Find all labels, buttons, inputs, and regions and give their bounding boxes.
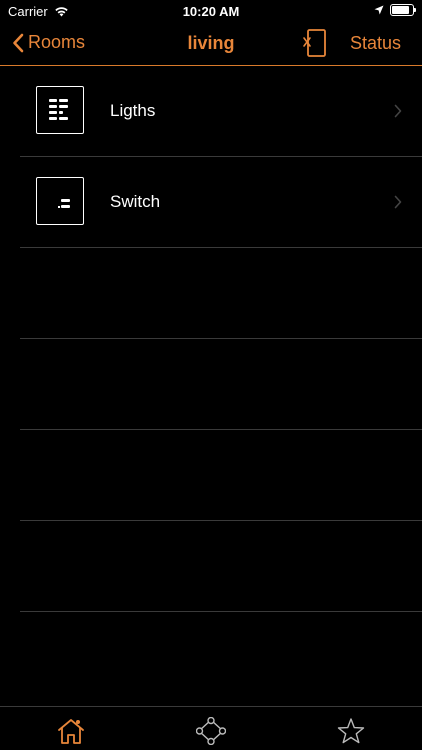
empty-row xyxy=(20,248,422,339)
device-list: Ligths Switch xyxy=(0,66,422,612)
network-icon xyxy=(195,716,227,746)
navigation-bar: Rooms living Status xyxy=(0,22,422,66)
tab-home[interactable] xyxy=(56,717,86,745)
battery-fill xyxy=(392,6,410,14)
star-icon xyxy=(337,718,365,744)
switch-icon xyxy=(36,177,84,225)
lights-grid-icon xyxy=(36,86,84,134)
home-icon xyxy=(58,719,84,744)
disconnected-device-button[interactable] xyxy=(302,28,328,58)
tab-network[interactable] xyxy=(195,716,227,746)
status-time: 10:20 AM xyxy=(182,4,240,19)
list-item-label: Switch xyxy=(110,192,161,211)
status-right xyxy=(374,4,416,16)
battery-icon xyxy=(390,4,416,16)
list-item-lights[interactable]: Ligths xyxy=(20,66,422,157)
status-button[interactable]: Status xyxy=(350,33,401,54)
empty-row xyxy=(20,339,422,430)
battery-cap xyxy=(414,8,416,12)
status-bar: Carrier 10:20 AM xyxy=(0,0,422,22)
disconnected-device-icon xyxy=(303,29,326,57)
empty-row xyxy=(20,521,422,612)
empty-row xyxy=(20,430,422,521)
list-item-switch[interactable]: Switch xyxy=(20,157,422,248)
list-item-label: Ligths xyxy=(110,101,156,120)
location-arrow-icon xyxy=(374,5,384,15)
chevron-right-icon xyxy=(394,104,402,118)
tab-bar xyxy=(0,706,422,750)
chevron-right-icon xyxy=(394,195,402,209)
tab-favorites[interactable] xyxy=(336,717,366,745)
